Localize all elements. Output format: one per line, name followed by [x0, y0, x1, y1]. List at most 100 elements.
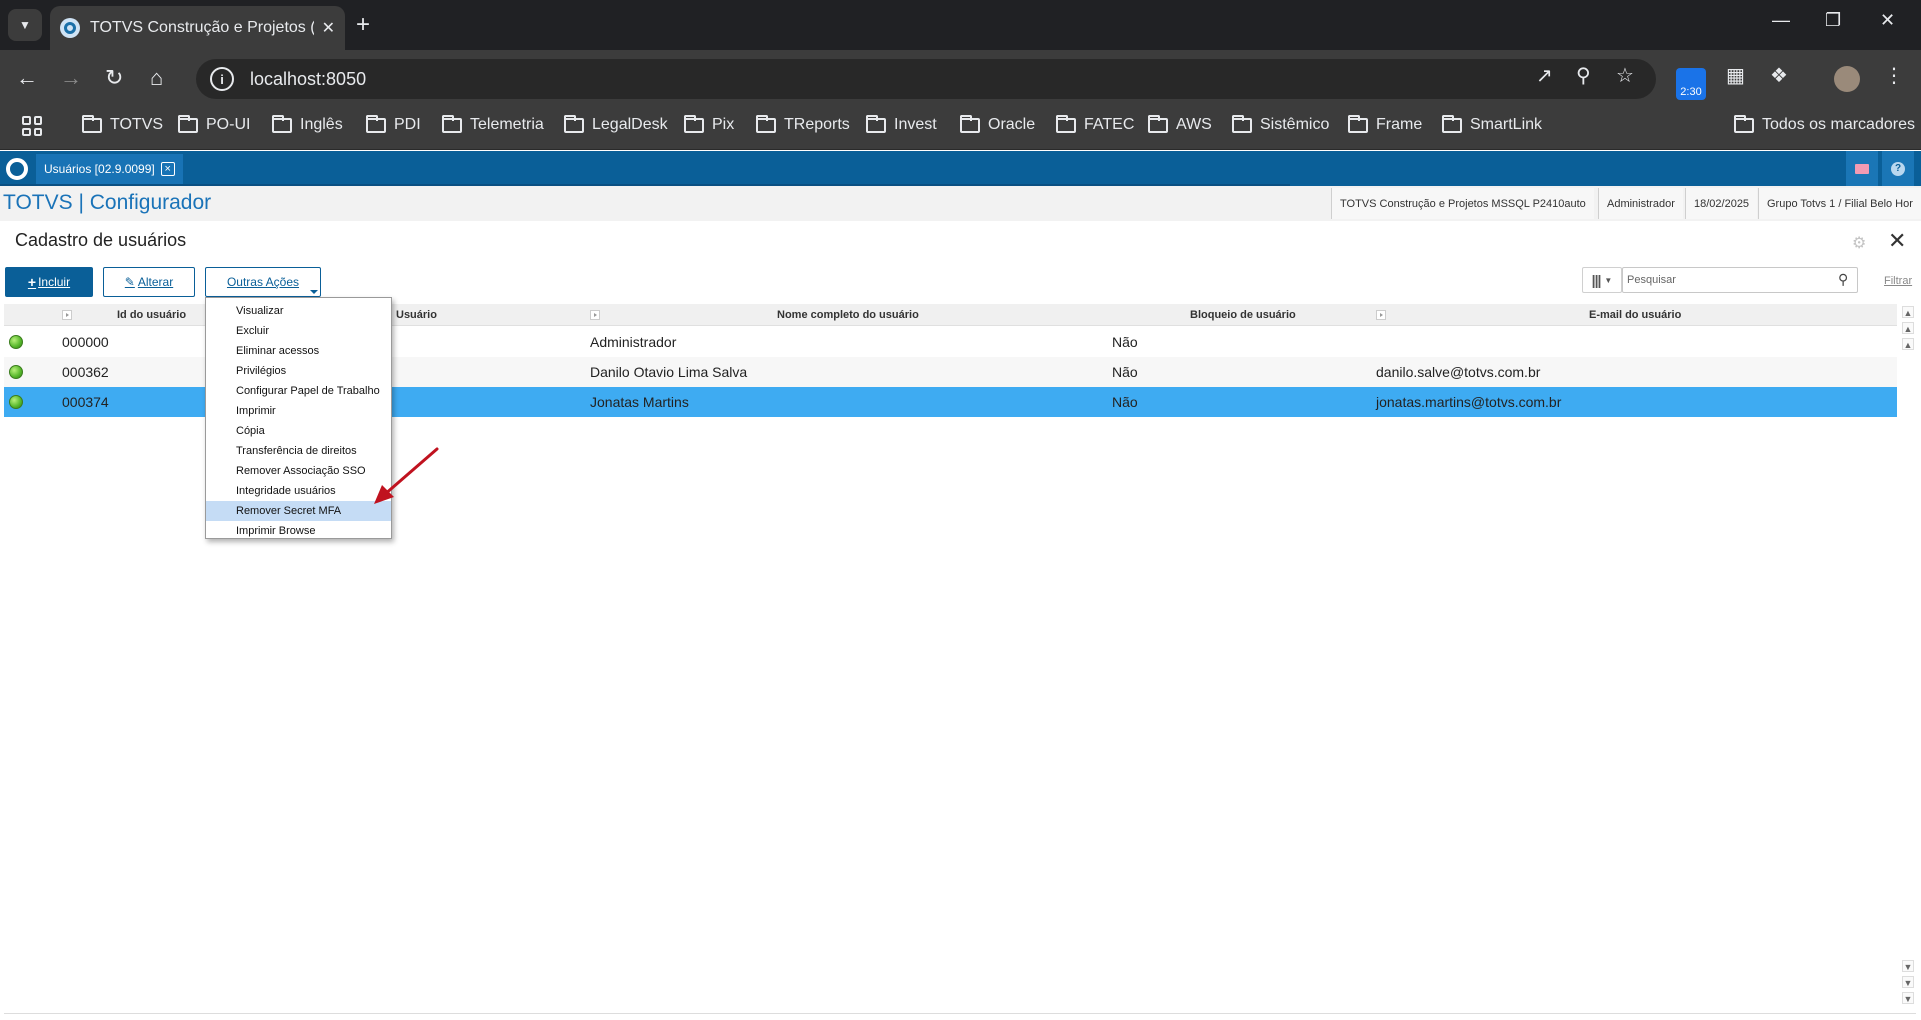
- menu-item-imprimir-browse[interactable]: Imprimir Browse: [206, 521, 391, 541]
- bookmark-label: TOTVS: [110, 116, 164, 133]
- new-tab-icon[interactable]: +: [356, 12, 370, 38]
- open-in-app-icon[interactable]: ↗: [1536, 65, 1553, 87]
- scroll-page-up-icon[interactable]: ▲: [1902, 322, 1914, 334]
- scroll-page-down-icon[interactable]: ▼: [1902, 976, 1914, 988]
- bookmark-ingles[interactable]: Inglês: [272, 114, 343, 134]
- folder-icon: [1442, 114, 1462, 133]
- close-icon[interactable]: ✕: [1888, 228, 1906, 254]
- filter-link[interactable]: Filtrar: [1884, 275, 1912, 287]
- bookmark-oracle[interactable]: Oracle: [960, 114, 1035, 134]
- columns-button[interactable]: ||| ▼: [1582, 267, 1622, 293]
- folder-icon: [82, 114, 102, 133]
- include-button[interactable]: + Incluir: [5, 267, 93, 297]
- bookmark-pix[interactable]: Pix: [684, 114, 734, 134]
- address-bar[interactable]: i localhost:8050: [196, 59, 1656, 99]
- qr-code-icon[interactable]: ▦: [1726, 65, 1745, 87]
- bookmark-invest[interactable]: Invest: [866, 114, 937, 134]
- bookmark-pdi[interactable]: PDI: [366, 114, 421, 134]
- sort-toggle-icon[interactable]: [62, 310, 72, 320]
- chevron-down-icon: ▼: [1604, 275, 1613, 285]
- menu-item-excluir[interactable]: Excluir: [206, 321, 391, 341]
- bookmark-smartlink[interactable]: SmartLink: [1442, 114, 1542, 134]
- back-icon[interactable]: ←: [16, 66, 38, 90]
- close-app-tab-icon[interactable]: ×: [160, 162, 175, 176]
- scroll-bottom-icon[interactable]: ▼: [1902, 992, 1914, 1004]
- cell-blocked: Não: [1112, 334, 1138, 350]
- tab-search-button[interactable]: ▼: [8, 9, 42, 41]
- folder-icon: [866, 114, 886, 133]
- menu-item-eliminar-acessos[interactable]: Eliminar acessos: [206, 341, 391, 361]
- close-tab-icon[interactable]: ✕: [322, 18, 335, 38]
- all-bookmarks[interactable]: Todos os marcadores: [1734, 114, 1915, 134]
- column-header-blocked[interactable]: Bloqueio de usuário: [1190, 304, 1296, 326]
- bookmark-legaldesk[interactable]: LegalDesk: [564, 114, 668, 134]
- profile-avatar[interactable]: [1834, 66, 1860, 92]
- folder-icon: [564, 114, 584, 133]
- menu-item-visualizar[interactable]: Visualizar: [206, 301, 391, 321]
- bookmark-po-ui[interactable]: PO-UI: [178, 114, 250, 134]
- edit-button[interactable]: ✎ Alterar: [103, 267, 195, 297]
- column-header-email[interactable]: E-mail do usuário: [1589, 304, 1681, 326]
- folder-icon: [1056, 114, 1076, 133]
- extensions-icon[interactable]: ❖: [1770, 65, 1788, 87]
- grid-scrollbar[interactable]: ▲ ▲ ▲ ▼ ▼ ▼: [1900, 304, 1916, 1012]
- menu-item-copia[interactable]: Cópia: [206, 421, 391, 441]
- search-input[interactable]: [1622, 267, 1858, 293]
- company-info: TOTVS Construção e Projetos MSSQL P2410a…: [1331, 188, 1594, 219]
- column-header-fullname[interactable]: Nome completo do usuário: [777, 304, 919, 326]
- site-info-icon[interactable]: i: [210, 67, 234, 91]
- window-close-icon[interactable]: ✕: [1880, 10, 1895, 31]
- mail-icon[interactable]: [1846, 151, 1878, 186]
- cell-id: 000000: [62, 334, 109, 350]
- extension-timer-badge[interactable]: 2:30: [1676, 68, 1706, 100]
- cell-fullname: Administrador: [590, 334, 677, 350]
- bookmark-label: AWS: [1176, 116, 1212, 133]
- menu-item-integridade[interactable]: Integridade usuários: [206, 481, 391, 501]
- app-tab-usuarios[interactable]: Usuários [02.9.0099] ×: [36, 154, 183, 184]
- menu-item-transferencia[interactable]: Transferência de direitos: [206, 441, 391, 461]
- browser-tab[interactable]: TOTVS Construção e Projetos (T ✕: [50, 6, 345, 50]
- search-icon[interactable]: ⚲: [1838, 271, 1848, 288]
- minimize-icon[interactable]: —: [1772, 10, 1790, 31]
- bookmark-sistemico[interactable]: Sistêmico: [1232, 114, 1329, 134]
- column-header-id[interactable]: Id do usuário: [117, 304, 186, 326]
- bookmark-telemetria[interactable]: Telemetria: [442, 114, 544, 134]
- bookmark-label: Frame: [1376, 116, 1423, 133]
- folder-icon: [272, 114, 292, 133]
- chrome-menu-icon[interactable]: ⋮: [1884, 65, 1904, 87]
- forward-icon[interactable]: →: [60, 66, 82, 90]
- bookmark-label: LegalDesk: [592, 116, 668, 133]
- totvs-logo-icon[interactable]: [0, 151, 34, 186]
- sort-toggle-icon[interactable]: [590, 310, 600, 320]
- bookmark-frame[interactable]: Frame: [1348, 114, 1423, 134]
- zoom-icon[interactable]: ⚲: [1576, 65, 1591, 87]
- more-actions-button[interactable]: Outras Ações: [205, 267, 321, 297]
- scroll-up-icon[interactable]: ▲: [1902, 338, 1914, 350]
- bookmark-totvs[interactable]: TOTVS: [82, 114, 164, 134]
- column-header-user[interactable]: Usuário: [396, 304, 437, 326]
- menu-item-configurar-papel[interactable]: Configurar Papel de Trabalho: [206, 381, 391, 401]
- bookmark-label: PDI: [394, 116, 421, 133]
- menu-item-privilegios[interactable]: Privilégios: [206, 361, 391, 381]
- bookmark-star-icon[interactable]: ☆: [1616, 65, 1634, 87]
- reload-icon[interactable]: ↻: [105, 66, 123, 90]
- menu-item-imprimir[interactable]: Imprimir: [206, 401, 391, 421]
- cell-fullname: Jonatas Martins: [590, 394, 689, 410]
- apps-grid-icon[interactable]: [22, 116, 42, 136]
- cell-email: jonatas.martins@totvs.com.br: [1376, 394, 1562, 410]
- scroll-down-icon[interactable]: ▼: [1902, 960, 1914, 972]
- folder-icon: [1734, 114, 1754, 133]
- sort-toggle-icon[interactable]: [1376, 310, 1386, 320]
- menu-item-remover-secret-mfa[interactable]: Remover Secret MFA: [206, 501, 391, 521]
- bookmark-aws[interactable]: AWS: [1148, 114, 1212, 134]
- more-actions-label: Outras Ações: [226, 275, 300, 289]
- gear-icon[interactable]: ⚙: [1852, 233, 1866, 253]
- restore-icon[interactable]: ❐: [1825, 10, 1841, 31]
- include-button-label: Incluir: [38, 275, 71, 289]
- help-icon[interactable]: ?: [1882, 151, 1914, 186]
- home-icon[interactable]: ⌂: [150, 66, 163, 90]
- bookmark-treports[interactable]: TReports: [756, 114, 850, 134]
- bookmark-fatec[interactable]: FATEC: [1056, 114, 1134, 134]
- menu-item-remover-sso[interactable]: Remover Associação SSO: [206, 461, 391, 481]
- scroll-top-icon[interactable]: ▲: [1902, 306, 1914, 318]
